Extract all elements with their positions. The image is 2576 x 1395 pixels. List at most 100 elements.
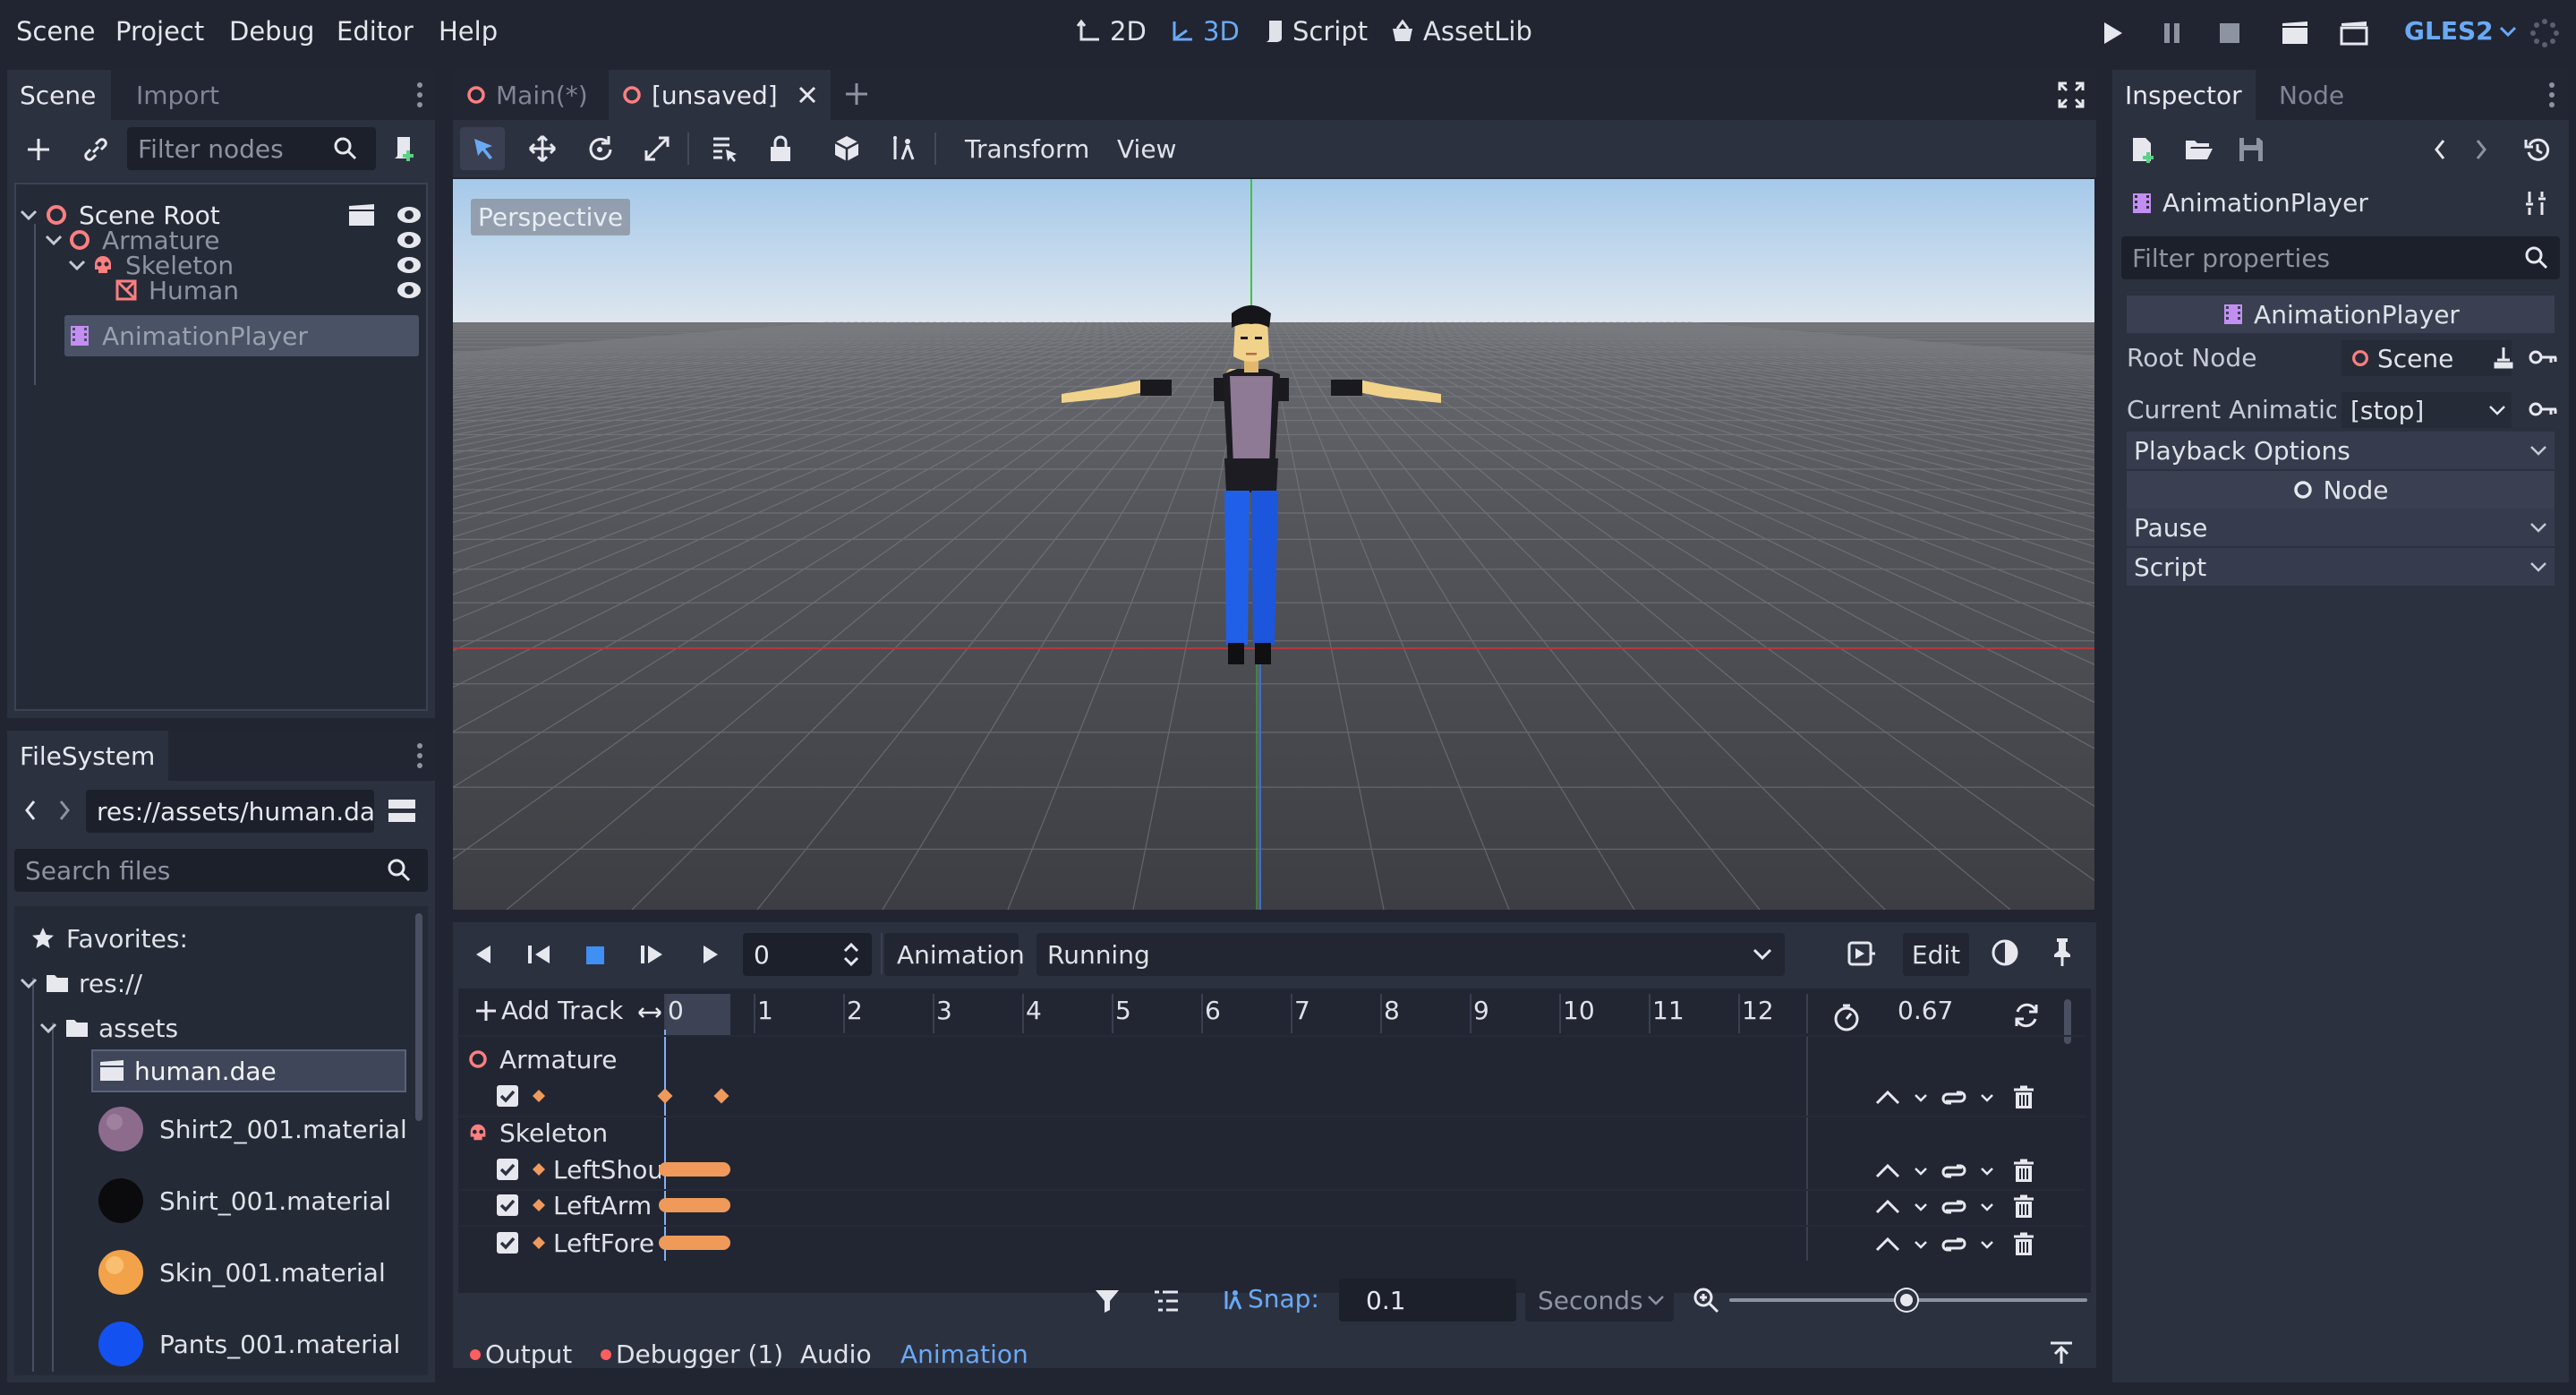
tab-node[interactable]: Node	[2266, 70, 2357, 120]
file-shirt-material-item[interactable]: Shirt_001.material	[97, 1175, 391, 1227]
rotate-tool-icon[interactable]	[585, 134, 614, 163]
section-script[interactable]: Script	[2127, 548, 2555, 586]
interpolation-icon[interactable]	[1874, 1236, 1901, 1254]
onion-skinning-icon[interactable]	[1991, 938, 2019, 967]
pause-icon[interactable]	[2161, 20, 2184, 47]
node-path-assign-icon[interactable]	[2492, 346, 2515, 371]
chevron-down-icon[interactable]	[1980, 1239, 1994, 1250]
chevron-down-icon[interactable]	[1914, 1202, 1928, 1212]
snap-step-input[interactable]: 0.1	[1339, 1279, 1516, 1322]
key-icon[interactable]	[2528, 399, 2558, 419]
play-animation-icon[interactable]	[700, 944, 721, 965]
select-tool-icon[interactable]	[471, 136, 496, 161]
interpolation-icon[interactable]	[1874, 1162, 1901, 1180]
chevron-down-icon[interactable]	[1914, 1239, 1928, 1250]
loop-wrap-icon[interactable]	[1941, 1161, 1967, 1181]
perspective-menu-button[interactable]: Perspective	[471, 199, 631, 235]
save-icon[interactable]	[2238, 136, 2265, 163]
filter-properties-input[interactable]: Filter properties	[2121, 236, 2560, 279]
checkbox-checked-icon[interactable]	[496, 1231, 519, 1254]
stop-animation-icon[interactable]	[585, 946, 605, 965]
add-node-icon[interactable]	[25, 136, 52, 163]
list-select-icon[interactable]	[711, 134, 739, 163]
stop-icon[interactable]	[2218, 21, 2241, 45]
dock-menu-icon[interactable]	[2547, 81, 2556, 109]
workspace-assetlib-button[interactable]: AssetLib	[1389, 16, 1532, 47]
new-tab-plus-icon[interactable]	[843, 81, 870, 107]
autoplay-icon[interactable]	[1847, 940, 1876, 967]
edit-menu-button[interactable]: Edit	[1903, 933, 1969, 976]
snap-unit-select[interactable]: Seconds	[1525, 1279, 1674, 1322]
use-local-space-icon[interactable]	[890, 134, 918, 163]
keyframe-cluster[interactable]	[659, 1198, 730, 1212]
folder-assets-item[interactable]: assets	[39, 1006, 178, 1049]
track-armature-transform[interactable]	[496, 1076, 546, 1116]
scrollbar[interactable]	[2064, 999, 2071, 1044]
menu-debug[interactable]: Debug	[229, 16, 314, 47]
zoom-slider-handle[interactable]	[1896, 1289, 1917, 1311]
workspace-2d-button[interactable]: 2D	[1076, 16, 1147, 47]
add-track-button[interactable]: Add Track	[474, 996, 623, 1025]
dock-menu-icon[interactable]	[415, 741, 424, 770]
track-width-resize-icon[interactable]	[637, 1005, 662, 1021]
toggle-split-icon[interactable]	[387, 797, 417, 826]
attach-script-icon[interactable]	[388, 134, 417, 163]
current-animation-select[interactable]: Running	[1036, 933, 1785, 976]
tab-main-scene[interactable]: Main(*)	[453, 70, 605, 120]
expand-bottom-panel-icon[interactable]	[2048, 1339, 2075, 1366]
file-shirt2-material-item[interactable]: Shirt2_001.material	[97, 1103, 407, 1155]
dock-menu-icon[interactable]	[415, 81, 424, 109]
history-back-icon[interactable]	[2433, 138, 2447, 161]
loop-icon[interactable]	[2012, 1001, 2041, 1030]
back-arrow-icon[interactable]	[23, 799, 38, 822]
view-menu[interactable]: View	[1117, 134, 1176, 164]
chevron-down-icon[interactable]	[1980, 1202, 1994, 1212]
menu-help[interactable]: Help	[439, 16, 498, 47]
section-pause[interactable]: Pause	[2127, 509, 2555, 546]
chevron-down-icon[interactable]	[1914, 1092, 1928, 1103]
track-left-arm[interactable]: LeftArm	[496, 1185, 661, 1225]
menu-editor[interactable]: Editor	[337, 16, 414, 47]
file-pants-material-item[interactable]: Pants_001.material	[97, 1318, 400, 1370]
new-resource-icon[interactable]	[2130, 136, 2155, 163]
move-tool-icon[interactable]	[528, 134, 557, 163]
group-icon[interactable]	[832, 134, 861, 163]
tab-filesystem[interactable]: FileSystem	[7, 731, 168, 781]
loop-wrap-icon[interactable]	[1941, 1235, 1967, 1254]
file-skin-material-item[interactable]: Skin_001.material	[97, 1246, 386, 1298]
workspace-script-button[interactable]: Script	[1262, 16, 1368, 47]
trash-icon[interactable]	[2012, 1159, 2035, 1184]
update-spinner-icon[interactable]	[2529, 18, 2560, 48]
bottom-tab-output[interactable]: Output	[469, 1339, 572, 1369]
menu-project[interactable]: Project	[115, 16, 204, 47]
track-group-armature[interactable]: Armature	[467, 1039, 617, 1080]
keyframe-cluster[interactable]	[659, 1236, 730, 1250]
filter-icon[interactable]	[1094, 1288, 1121, 1314]
checkbox-checked-icon[interactable]	[496, 1158, 519, 1181]
scrollbar[interactable]	[415, 913, 422, 1121]
checkbox-checked-icon[interactable]	[496, 1084, 519, 1108]
file-human-dae-item[interactable]: human.dae	[91, 1049, 406, 1092]
tab-scene[interactable]: Scene	[7, 70, 111, 120]
tab-inspector[interactable]: Inspector	[2112, 70, 2256, 120]
folder-res-item[interactable]: res://	[20, 962, 142, 1005]
trash-icon[interactable]	[2012, 1232, 2035, 1257]
tree-item-human[interactable]: Human	[115, 269, 424, 312]
transform-menu[interactable]: Transform	[965, 134, 1089, 164]
object-tools-icon[interactable]	[2522, 190, 2549, 217]
loop-wrap-icon[interactable]	[1941, 1197, 1967, 1217]
tab-unsaved-scene[interactable]: [unsaved]	[609, 70, 831, 120]
track-left-forearm[interactable]: LeftFore	[496, 1223, 661, 1262]
interpolation-icon[interactable]	[1874, 1089, 1901, 1107]
inspected-object-path[interactable]: AnimationPlayer	[2130, 188, 2368, 218]
track-group-skeleton[interactable]: Skeleton	[467, 1112, 608, 1153]
animation-length-value[interactable]: 0.67	[1898, 996, 1953, 1025]
distraction-free-icon[interactable]	[2057, 81, 2086, 109]
scale-tool-icon[interactable]	[643, 134, 671, 163]
filesystem-path-input[interactable]: res://assets/human.da	[86, 790, 374, 833]
favorites-item[interactable]: Favorites:	[30, 917, 188, 960]
play-scene-icon[interactable]	[2281, 20, 2309, 47]
play-backwards-icon[interactable]	[526, 944, 553, 965]
key-icon[interactable]	[2528, 347, 2558, 367]
keyframe-cluster[interactable]	[659, 1162, 730, 1177]
